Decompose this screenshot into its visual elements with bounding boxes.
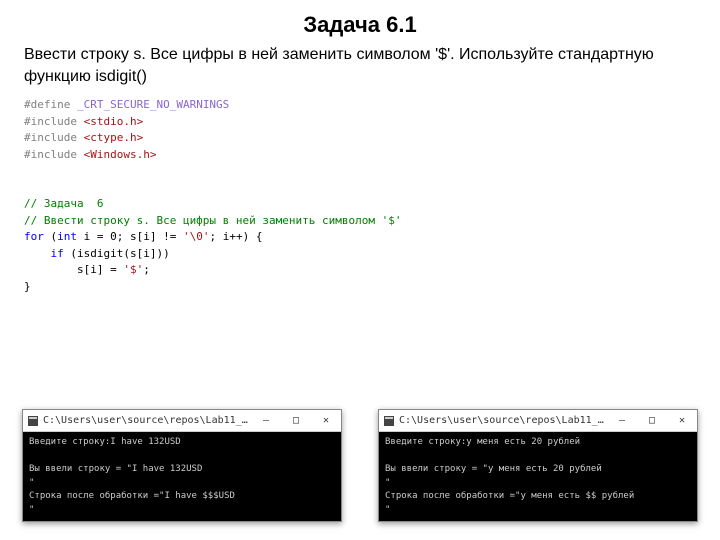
code-brace: } <box>24 280 31 293</box>
console-output-left: Введите строку:I have 132USD Вы ввели ст… <box>23 432 341 521</box>
titlebar-left: C:\Users\user\source\repos\Lab11_12_2...… <box>23 410 341 432</box>
code-int: int <box>57 230 77 243</box>
code-include1: #include <box>24 115 77 128</box>
task-description: Ввести строку s. Все цифры в ней заменит… <box>0 38 720 87</box>
minimize-button[interactable]: — <box>251 410 281 432</box>
code-define-kw: #define <box>24 98 70 111</box>
code-for: for <box>24 230 44 243</box>
code-for-rest: i = 0; s[i] != <box>77 230 183 243</box>
code-assign: s[i] = <box>24 263 123 276</box>
code-semi: ; <box>143 263 150 276</box>
code-include3-val: <Windows.h> <box>84 148 157 161</box>
code-if-cond: (isdigit(s[i])) <box>64 247 170 260</box>
titlebar-right: C:\Users\user\source\repos\Lab11_12_2019… <box>379 410 697 432</box>
maximize-button[interactable]: □ <box>281 410 311 432</box>
code-comment1: // Задача 6 <box>24 197 103 210</box>
app-icon <box>383 415 395 427</box>
code-dollar: '$' <box>123 263 143 276</box>
close-button[interactable]: ✕ <box>311 410 341 432</box>
minimize-button[interactable]: — <box>607 410 637 432</box>
console-window-left: C:\Users\user\source\repos\Lab11_12_2...… <box>22 409 342 522</box>
code-for-tail: ; i++) { <box>209 230 262 243</box>
consoles-row: C:\Users\user\source\repos\Lab11_12_2...… <box>0 409 720 522</box>
close-button[interactable]: ✕ <box>667 410 697 432</box>
console-path-left: C:\Users\user\source\repos\Lab11_12_2... <box>43 415 251 426</box>
code-define-val: _CRT_SECURE_NO_WARNINGS <box>77 98 229 111</box>
code-include1-val: <stdio.h> <box>84 115 144 128</box>
task-title: Задача 6.1 <box>0 0 720 38</box>
code-include2-val: <ctype.h> <box>84 131 144 144</box>
code-include2: #include <box>24 131 77 144</box>
console-path-right: C:\Users\user\source\repos\Lab11_12_2019… <box>399 415 607 426</box>
code-sample: #define _CRT_SECURE_NO_WARNINGS #include… <box>0 87 720 295</box>
code-if: if <box>51 247 64 260</box>
code-null: '\0' <box>183 230 210 243</box>
code-comment2: // Ввести строку s. Все цифры в ней заме… <box>24 214 402 227</box>
code-include3: #include <box>24 148 77 161</box>
console-window-right: C:\Users\user\source\repos\Lab11_12_2019… <box>378 409 698 522</box>
maximize-button[interactable]: □ <box>637 410 667 432</box>
console-output-right: Введите строку:у меня есть 20 рублей Вы … <box>379 432 697 521</box>
app-icon <box>27 415 39 427</box>
